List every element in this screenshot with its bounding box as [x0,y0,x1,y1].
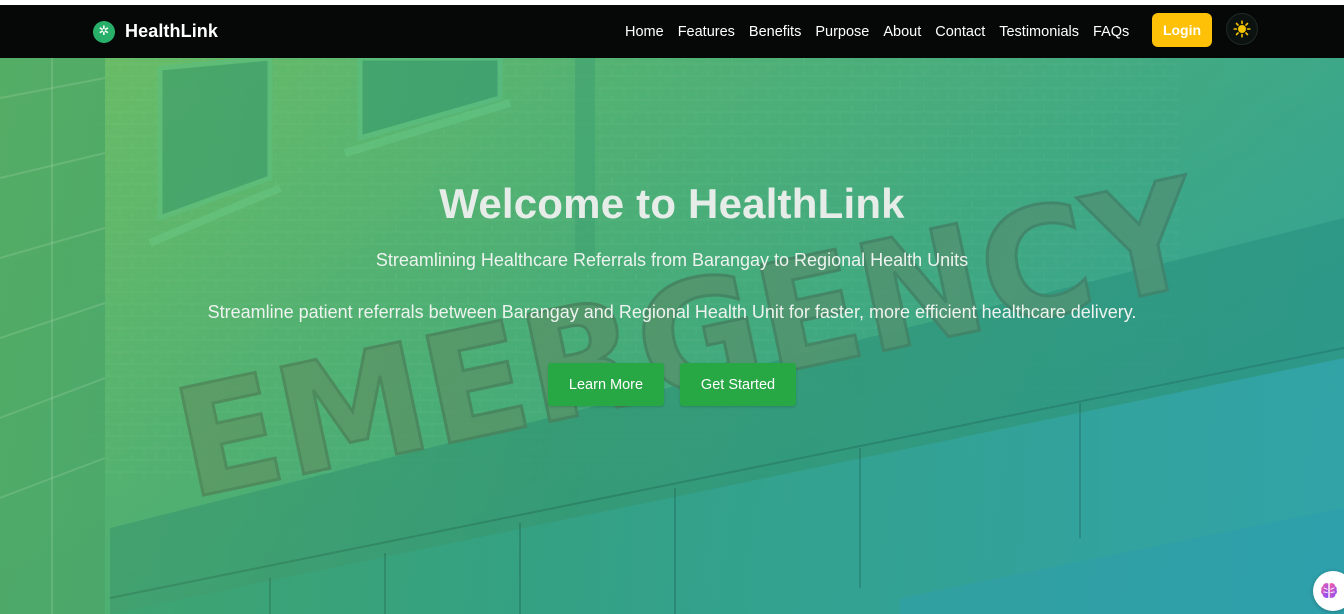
hero-content: Welcome to HealthLink Streamlining Healt… [0,178,1344,406]
hero-description: Streamline patient referrals between Bar… [207,302,1137,322]
learn-more-button[interactable]: Learn More [548,363,664,406]
theme-toggle-button[interactable] [1226,13,1258,45]
brand-link[interactable]: ✲ HealthLink [93,5,218,58]
get-started-button[interactable]: Get Started [680,363,796,406]
navbar: ✲ HealthLink Home Features Benefits Purp… [0,5,1344,58]
hero-buttons: Learn More Get Started [0,363,1344,406]
nav-item-about[interactable]: About [876,24,928,40]
nav-item-faqs[interactable]: FAQs [1086,24,1136,40]
asterisk-medical-icon: ✲ [93,20,115,43]
brain-icon [1321,583,1337,598]
nav-item-purpose[interactable]: Purpose [808,24,876,40]
hero-subtitle: Streamlining Healthcare Referrals from B… [375,250,969,270]
nav-item-contact[interactable]: Contact [928,24,992,40]
nav-links: Home Features Benefits Purpose About Con… [618,5,1136,58]
hero-section: EMERGENCY Welcome to HealthLink Streamli… [0,58,1344,614]
hero-title: Welcome to HealthLink [439,180,905,227]
nav-item-testimonials[interactable]: Testimonials [992,24,1086,40]
nav-item-home[interactable]: Home [618,24,671,40]
nav-item-features[interactable]: Features [671,24,742,40]
page: ✲ HealthLink Home Features Benefits Purp… [0,0,1344,614]
login-button[interactable]: Login [1152,13,1212,47]
brand-name: HealthLink [125,21,219,41]
sun-icon [1233,20,1251,38]
nav-item-benefits[interactable]: Benefits [742,24,808,40]
